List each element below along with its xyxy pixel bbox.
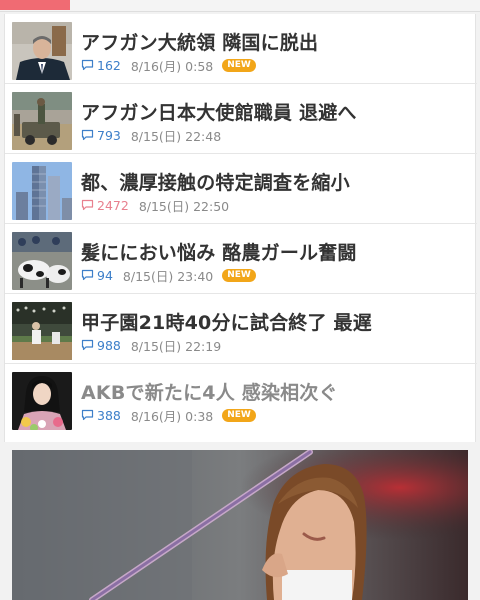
news-thumbnail bbox=[12, 372, 72, 430]
news-item[interactable]: AKBで新たに4人 感染相次ぐ 388 8/16(月) 0:38 NEW bbox=[5, 364, 477, 434]
new-badge: NEW bbox=[222, 268, 256, 282]
comment-count: 388 bbox=[81, 408, 121, 423]
speech-bubble-icon bbox=[81, 199, 94, 211]
speech-bubble-icon bbox=[81, 59, 94, 71]
comment-count-value: 162 bbox=[97, 57, 121, 73]
speech-bubble-icon bbox=[81, 129, 94, 141]
comment-count: 162 bbox=[81, 58, 121, 73]
news-meta: 2472 8/15(日) 22:50 bbox=[81, 197, 230, 214]
comment-count: 793 bbox=[81, 128, 121, 143]
comment-count-value: 793 bbox=[97, 127, 121, 143]
news-date: 8/16(月) 0:58 bbox=[130, 58, 214, 74]
active-tab-indicator[interactable] bbox=[0, 0, 70, 10]
comment-count-value: 2472 bbox=[97, 197, 129, 213]
news-title: 髪ににおい悩み 酪農ガール奮闘 bbox=[81, 242, 357, 264]
news-item[interactable]: 甲子園21時40分に試合終了 最遅 988 8/15(日) 22:19 bbox=[5, 294, 477, 364]
news-item[interactable]: アフガン日本大使館職員 退避へ 793 8/15(日) 22:48 bbox=[5, 84, 477, 154]
news-topics-list: アフガン大統領 隣国に脱出 162 8/16(月) 0:58 NEW アフガン日… bbox=[4, 14, 477, 442]
section-divider bbox=[0, 442, 480, 450]
comment-count: 2472 bbox=[81, 198, 129, 213]
news-meta: 988 8/15(日) 22:19 bbox=[81, 337, 222, 354]
comment-count-value: 94 bbox=[97, 267, 113, 283]
news-title: アフガン大統領 隣国に脱出 bbox=[81, 32, 319, 54]
news-thumbnail bbox=[12, 162, 72, 220]
news-title: 甲子園21時40分に試合終了 最遅 bbox=[81, 312, 372, 334]
comment-count-value: 388 bbox=[97, 407, 121, 423]
news-thumbnail-image bbox=[12, 92, 72, 150]
speech-bubble-icon bbox=[81, 269, 94, 281]
news-date: 8/15(日) 22:50 bbox=[138, 198, 230, 214]
news-date: 8/15(日) 22:19 bbox=[130, 338, 222, 354]
news-title: AKBで新たに4人 感染相次ぐ bbox=[81, 382, 338, 404]
new-badge: NEW bbox=[222, 58, 256, 72]
news-thumbnail bbox=[12, 92, 72, 150]
news-item[interactable]: アフガン大統領 隣国に脱出 162 8/16(月) 0:58 NEW bbox=[5, 14, 477, 84]
speech-bubble-icon bbox=[81, 339, 94, 351]
news-item[interactable]: 都、濃厚接触の特定調査を縮小 2472 8/15(日) 22:50 bbox=[5, 154, 477, 224]
news-thumbnail-image bbox=[12, 162, 72, 220]
news-thumbnail bbox=[12, 232, 72, 290]
javelin-athlete-photo bbox=[12, 450, 468, 600]
news-meta: 793 8/15(日) 22:48 bbox=[81, 127, 222, 144]
news-meta: 162 8/16(月) 0:58 NEW bbox=[81, 57, 256, 74]
featured-photo[interactable] bbox=[12, 450, 468, 600]
comment-count-value: 988 bbox=[97, 337, 121, 353]
news-thumbnail-image bbox=[12, 232, 72, 290]
comment-count: 988 bbox=[81, 338, 121, 353]
news-thumbnail bbox=[12, 22, 72, 80]
news-item[interactable]: 髪ににおい悩み 酪農ガール奮闘 94 8/15(日) 23:40 NEW bbox=[5, 224, 477, 294]
news-thumbnail-image bbox=[12, 22, 72, 80]
news-date: 8/16(月) 0:38 bbox=[130, 408, 214, 424]
top-tab-bar bbox=[0, 0, 480, 12]
news-date: 8/15(日) 23:40 bbox=[122, 268, 214, 284]
speech-bubble-icon bbox=[81, 409, 94, 421]
new-badge: NEW bbox=[222, 408, 256, 422]
comment-count: 94 bbox=[81, 268, 113, 283]
news-date: 8/15(日) 22:48 bbox=[130, 128, 222, 144]
news-meta: 94 8/15(日) 23:40 NEW bbox=[81, 267, 256, 284]
news-thumbnail-image bbox=[12, 302, 72, 360]
news-thumbnail bbox=[12, 302, 72, 360]
news-thumbnail-image bbox=[12, 372, 72, 430]
news-title: 都、濃厚接触の特定調査を縮小 bbox=[81, 172, 350, 194]
news-title: アフガン日本大使館職員 退避へ bbox=[81, 102, 357, 124]
news-meta: 388 8/16(月) 0:38 NEW bbox=[81, 407, 256, 424]
